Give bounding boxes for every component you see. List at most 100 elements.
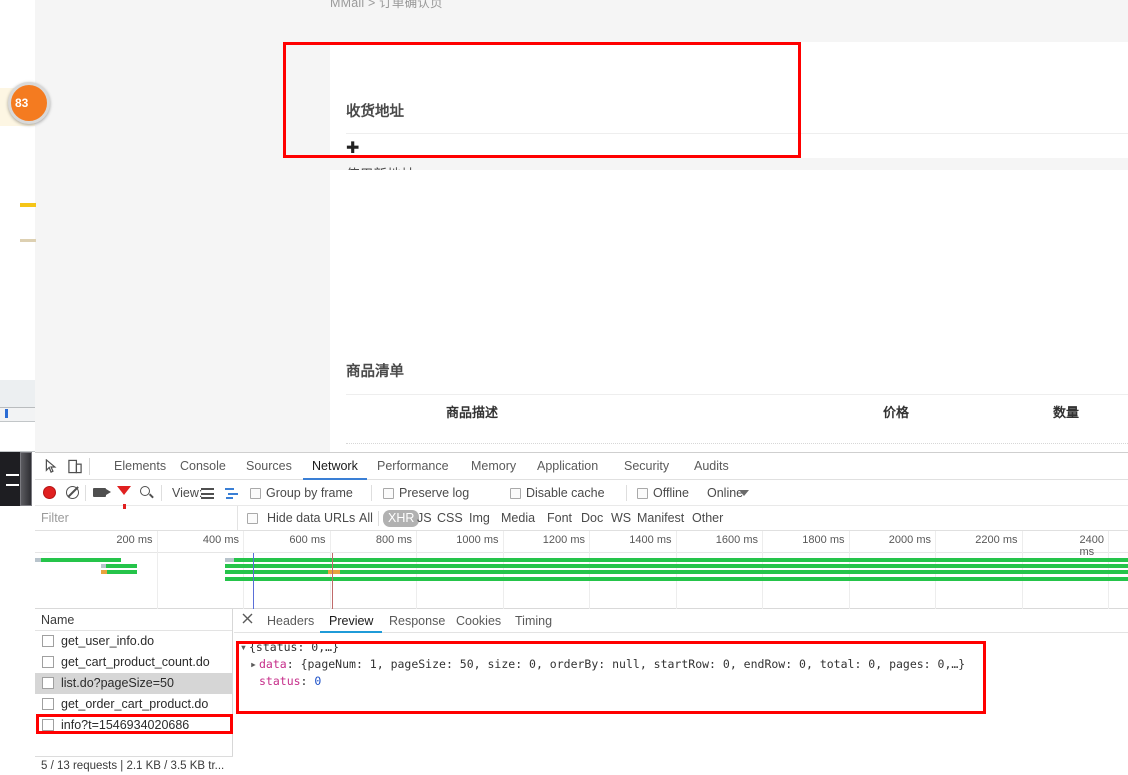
timeline-tick-label: 2000 ms xyxy=(888,534,931,546)
timeline-tick-label: 800 ms xyxy=(375,534,412,546)
left-icon-bar xyxy=(0,421,35,452)
plus-icon: ✚ xyxy=(346,140,360,157)
timeline-tick-label: 1800 ms xyxy=(802,534,845,546)
dom-content-loaded-line xyxy=(253,553,254,609)
preserve-log-label[interactable]: Preserve log xyxy=(399,480,469,506)
tab-application[interactable]: Application xyxy=(528,453,607,480)
browser-viewport: MMall > 订单确认页 83 收货地址 ✚ 使用新地址 商品清单 xyxy=(0,0,1128,452)
filter-type-doc[interactable]: Doc xyxy=(577,506,607,531)
rail-scrollbar[interactable] xyxy=(20,452,32,506)
network-toolbar: View: Group by frame Preserve log Disabl… xyxy=(35,480,1128,509)
filter-type-css[interactable]: CSS xyxy=(433,506,467,531)
timeline-tick-label: 2400 ms xyxy=(1079,534,1104,558)
goods-card-divider xyxy=(346,394,1128,395)
json-root-line[interactable]: ▾ {status: 0,…} xyxy=(240,639,965,656)
left-panel-chunk xyxy=(0,380,35,408)
group-by-frame-checkbox[interactable] xyxy=(250,488,261,499)
camera-icon[interactable] xyxy=(93,488,111,497)
json-value-data: {pageNum: 1, pageSize: 50, size: 0, orde… xyxy=(300,657,966,671)
tab-audits[interactable]: Audits xyxy=(685,453,738,480)
list-view-icon[interactable] xyxy=(201,488,214,499)
blue-marker xyxy=(5,409,8,418)
json-preview-tree[interactable]: ▾ {status: 0,…} ▸ data: {pageNum: 1, pageS… xyxy=(240,639,965,690)
online-label[interactable]: Online xyxy=(707,480,743,506)
request-list-header[interactable]: Name xyxy=(35,609,232,631)
filter-type-media[interactable]: Media xyxy=(497,506,539,531)
view-label: View: xyxy=(172,486,203,500)
file-icon xyxy=(42,677,54,689)
close-icon[interactable] xyxy=(242,613,253,624)
hide-data-urls-checkbox[interactable] xyxy=(247,513,258,524)
hide-data-urls-label[interactable]: Hide data URLs xyxy=(263,506,359,531)
preserve-log-checkbox[interactable] xyxy=(383,488,394,499)
column-header-description: 商品描述 xyxy=(446,405,499,420)
filter-type-all[interactable]: All xyxy=(355,506,377,531)
filter-type-font[interactable]: Font xyxy=(543,506,576,531)
network-content-split: Name get_user_info.do get_cart_product_co… xyxy=(35,609,1128,775)
address-card-gutter xyxy=(285,42,330,158)
tab-performance[interactable]: Performance xyxy=(368,453,458,480)
request-list-item[interactable]: get_user_info.do xyxy=(35,631,232,652)
address-card-divider xyxy=(346,133,1128,134)
shipping-address-card: 收货地址 ✚ 使用新地址 xyxy=(330,42,1128,182)
timeline-tick-label: 200 ms xyxy=(116,534,153,546)
request-name: get_user_info.do xyxy=(61,634,155,648)
funnel-icon[interactable] xyxy=(117,486,131,509)
filter-type-img[interactable]: Img xyxy=(465,506,494,531)
detail-tab-timing[interactable]: Timing xyxy=(506,609,561,633)
timeline-tick-label: 1000 ms xyxy=(456,534,499,546)
detail-tab-response[interactable]: Response xyxy=(380,609,454,633)
tab-security[interactable]: Security xyxy=(615,453,678,480)
filter-type-ws[interactable]: WS xyxy=(607,506,635,531)
detail-tab-preview[interactable]: Preview xyxy=(320,609,382,633)
group-by-frame-label[interactable]: Group by frame xyxy=(266,480,353,506)
json-data-line[interactable]: ▸ data: {pageNum: 1, pageSize: 50, size: … xyxy=(240,656,965,673)
timeline-tick-label: 400 ms xyxy=(202,534,239,546)
tab-sources[interactable]: Sources xyxy=(237,453,301,480)
request-list-item[interactable]: info?t=1546934020686 xyxy=(35,715,232,736)
devtools-tabbar: Elements Console Sources Network Perform… xyxy=(35,453,1128,480)
tan-stripe-two xyxy=(20,239,36,242)
shipping-address-title: 收货地址 xyxy=(346,104,404,120)
collapse-triangle-icon[interactable]: ▸ xyxy=(250,656,259,673)
goods-list-card: 商品清单 商品描述 价格 数量 四川千年老腊肉 ￥50 1 xyxy=(330,170,1128,452)
request-name: info?t=1546934020686 xyxy=(61,718,190,732)
network-status-bar: 5 / 13 requests | 2.1 KB / 3.5 KB tr... xyxy=(35,756,233,775)
score-badge[interactable]: 83 xyxy=(8,82,50,124)
detail-tab-cookies[interactable]: Cookies xyxy=(447,609,510,633)
device-toolbar-icon[interactable] xyxy=(67,459,83,474)
timeline-tick-label: 600 ms xyxy=(289,534,326,546)
expand-triangle-icon[interactable]: ▾ xyxy=(240,639,249,656)
left-rail-lower xyxy=(0,452,35,770)
tab-network[interactable]: Network xyxy=(303,453,367,480)
column-header-quantity: 数量 xyxy=(1052,405,1079,420)
filter-type-manifest[interactable]: Manifest xyxy=(633,506,688,531)
json-root-text: {status: 0,…} xyxy=(249,640,340,654)
record-icon[interactable] xyxy=(43,486,56,499)
file-icon xyxy=(42,656,54,668)
search-icon[interactable] xyxy=(140,486,150,496)
request-list-item[interactable]: get_order_cart_product.do xyxy=(35,694,232,715)
request-list-pane: Name get_user_info.do get_cart_product_co… xyxy=(35,609,233,775)
request-list-item[interactable]: list.do?pageSize=50 xyxy=(35,673,232,694)
request-name: get_cart_product_count.do xyxy=(61,655,210,669)
disable-cache-label[interactable]: Disable cache xyxy=(526,480,605,506)
offline-label[interactable]: Offline xyxy=(653,480,689,506)
network-overview-timeline[interactable]: 200 ms 400 ms 600 ms 800 ms 1000 ms 1200 ms 14… xyxy=(35,531,1128,609)
chevron-down-icon[interactable] xyxy=(739,490,749,496)
search-input[interactable] xyxy=(35,506,238,530)
filter-type-other[interactable]: Other xyxy=(688,506,727,531)
table-row[interactable]: 四川千年老腊肉 ￥50 1 xyxy=(346,444,1128,452)
tab-elements[interactable]: Elements xyxy=(105,453,175,480)
request-name: list.do?pageSize=50 xyxy=(61,676,174,690)
detail-tab-headers[interactable]: Headers xyxy=(258,609,323,633)
offline-checkbox[interactable] xyxy=(637,488,648,499)
file-icon xyxy=(42,719,54,731)
tab-memory[interactable]: Memory xyxy=(462,453,525,480)
waterfall-view-icon[interactable] xyxy=(225,488,239,499)
clear-icon[interactable] xyxy=(66,486,79,499)
disable-cache-checkbox[interactable] xyxy=(510,488,521,499)
request-list-item[interactable]: get_cart_product_count.do xyxy=(35,652,232,673)
inspect-element-icon[interactable] xyxy=(44,459,60,474)
tab-console[interactable]: Console xyxy=(171,453,235,480)
